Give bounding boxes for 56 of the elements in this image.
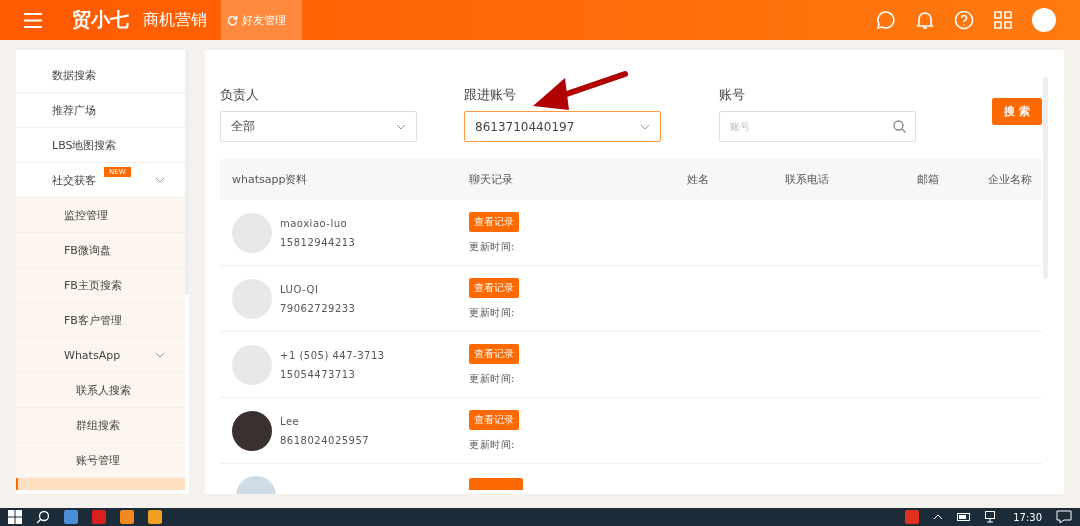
column-header: 聊天记录 — [469, 172, 514, 187]
chat-icon[interactable] — [148, 510, 162, 524]
chevron-down-icon — [396, 123, 406, 130]
select-field[interactable]: 全部 — [220, 111, 417, 142]
help-icon[interactable] — [954, 10, 974, 30]
update-time: 更新时间: — [469, 239, 515, 254]
column-header: 联系电话 — [784, 172, 829, 187]
column-header: 企业名称 — [987, 172, 1032, 187]
contact-number: 79062729233 — [280, 302, 356, 314]
contact-name: Lee — [280, 415, 300, 427]
chevron-down-icon — [155, 177, 165, 183]
column-header: 邮箱 — [916, 172, 939, 187]
contact-number: 8618024025957 — [280, 434, 370, 446]
sidebar-item[interactable]: FB主页搜索 — [16, 268, 185, 303]
sidebar-item[interactable]: 群组搜索 — [16, 408, 185, 443]
filter-label: 跟进账号 — [464, 86, 518, 104]
refresh-icon — [227, 14, 238, 26]
sidebar-item[interactable]: 联系人搜索 — [16, 373, 185, 408]
avatar-placeholder — [236, 476, 276, 494]
search-icon — [893, 120, 906, 133]
column-header: whatsapp资料 — [232, 172, 309, 187]
contact-name: +1 (505) 447-3713 — [280, 349, 385, 361]
windows-start-icon[interactable] — [8, 510, 22, 524]
search-field[interactable]: 账号 — [719, 111, 916, 142]
column-header: 姓名 — [686, 172, 709, 187]
battery-icon[interactable] — [957, 513, 972, 521]
app-icon[interactable] — [120, 510, 134, 524]
bell-icon[interactable] — [916, 10, 934, 30]
input-method-icon[interactable] — [905, 510, 920, 524]
chevron-down-icon — [640, 123, 651, 130]
search-icon[interactable] — [36, 510, 50, 524]
user-avatar[interactable] — [1032, 8, 1056, 32]
sidebar-item[interactable]: WhatsApp — [16, 338, 185, 373]
brand-logo: 贸小七 — [72, 7, 129, 32]
update-time: 更新时间: — [469, 437, 515, 452]
menu-icon[interactable] — [24, 12, 42, 28]
filter-label: 账号 — [719, 86, 746, 104]
contact-name: maoxiao-luo — [280, 217, 348, 229]
chevron-up-icon[interactable] — [933, 514, 944, 520]
grid-icon[interactable] — [994, 11, 1012, 29]
sidebar-item[interactable]: FB客户管理 — [16, 303, 185, 338]
notification-icon[interactable] — [1056, 510, 1072, 524]
sidebar-item[interactable]: 账号管理 — [16, 443, 185, 478]
select-field[interactable]: 8613710440197 — [464, 111, 662, 142]
chat-icon[interactable] — [876, 10, 896, 30]
clock-time[interactable]: 17:30 — [1013, 511, 1042, 523]
chevron-down-icon — [155, 352, 165, 358]
contact-number: 15054473713 — [280, 368, 356, 380]
sidebar-item[interactable]: FB微询盘 — [16, 233, 185, 268]
contact-number: 15812944213 — [280, 236, 356, 248]
section-title: 商机营销 — [143, 9, 207, 31]
sidebar-item[interactable]: 监控管理 — [16, 198, 185, 233]
update-time: 更新时间: — [469, 305, 515, 320]
filter-label: 负责人 — [220, 86, 260, 104]
contact-name: LUO-QI — [280, 283, 319, 295]
update-time: 更新时间: — [469, 371, 515, 386]
